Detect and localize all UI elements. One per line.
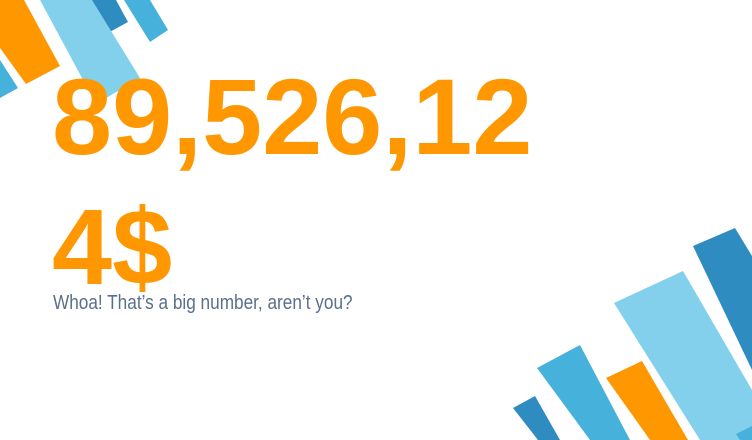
slide: 89,526,124$ Whoa! That’s a big number, a…: [0, 0, 752, 440]
stripe-mid-blue-top: [124, 0, 168, 42]
stripe-dark-blue-small: [513, 396, 560, 440]
big-number: 89,526,124$: [52, 56, 533, 307]
subtitle: Whoa! That’s a big number, aren’t you?: [53, 292, 353, 314]
